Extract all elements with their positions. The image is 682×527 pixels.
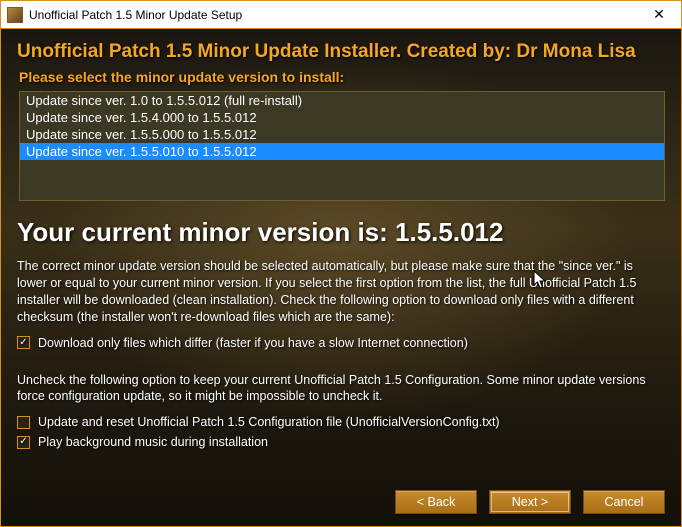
version-listbox[interactable]: Update since ver. 1.0 to 1.5.5.012 (full… — [19, 91, 665, 201]
checkbox-row-reset-config[interactable]: Update and reset Unofficial Patch 1.5 Co… — [17, 415, 665, 429]
checkbox-background-music-label: Play background music during installatio… — [38, 435, 268, 449]
checkbox-reset-config[interactable] — [17, 416, 30, 429]
app-icon — [7, 7, 23, 23]
back-button[interactable]: < Back — [395, 490, 477, 514]
close-icon: ✕ — [653, 6, 665, 23]
checkbox-reset-config-label: Update and reset Unofficial Patch 1.5 Co… — [38, 415, 500, 429]
checkbox-download-diff[interactable] — [17, 336, 30, 349]
page-subheading: Please select the minor update version t… — [19, 69, 665, 85]
cancel-button[interactable]: Cancel — [583, 490, 665, 514]
version-list-item[interactable]: Update since ver. 1.5.4.000 to 1.5.5.012 — [20, 109, 664, 126]
page-heading: Unofficial Patch 1.5 Minor Update Instal… — [17, 41, 665, 63]
explanation-paragraph-1: The correct minor update version should … — [17, 258, 665, 326]
titlebar: Unofficial Patch 1.5 Minor Update Setup … — [1, 1, 681, 29]
checkbox-row-background-music[interactable]: Play background music during installatio… — [17, 435, 665, 449]
version-list-item[interactable]: Update since ver. 1.0 to 1.5.5.012 (full… — [20, 92, 664, 109]
installer-body: Unofficial Patch 1.5 Minor Update Instal… — [1, 29, 681, 526]
window-title: Unofficial Patch 1.5 Minor Update Setup — [29, 8, 637, 22]
checkbox-row-download-diff[interactable]: Download only files which differ (faster… — [17, 336, 665, 350]
spacer — [17, 354, 665, 372]
version-list-item[interactable]: Update since ver. 1.5.5.000 to 1.5.5.012 — [20, 126, 664, 143]
next-button[interactable]: Next > — [489, 490, 571, 514]
version-list-item[interactable]: Update since ver. 1.5.5.010 to 1.5.5.012 — [20, 143, 664, 160]
flex-spacer — [17, 453, 665, 480]
checkbox-background-music[interactable] — [17, 436, 30, 449]
installer-window: Unofficial Patch 1.5 Minor Update Setup … — [0, 0, 682, 527]
close-button[interactable]: ✕ — [637, 1, 681, 29]
explanation-paragraph-2: Uncheck the following option to keep you… — [17, 372, 665, 406]
checkbox-download-diff-label: Download only files which differ (faster… — [38, 336, 468, 350]
current-version-line: Your current minor version is: 1.5.5.012 — [17, 217, 665, 248]
footer-buttons: < Back Next > Cancel — [17, 480, 665, 514]
